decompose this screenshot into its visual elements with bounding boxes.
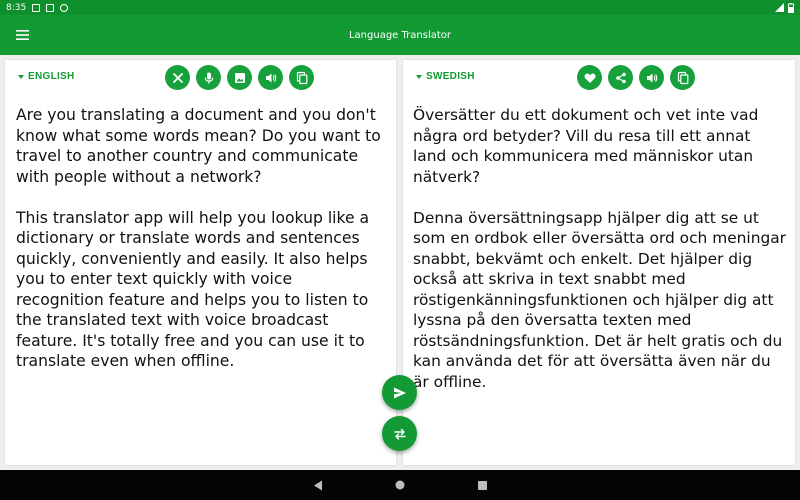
source-text[interactable]: Are you translating a document and you d…	[16, 105, 384, 392]
copy-icon	[677, 71, 688, 84]
status-time: 8:35	[6, 2, 27, 13]
copy-source-button[interactable]	[289, 65, 314, 90]
target-language-selector[interactable]: SWEDISH	[416, 71, 475, 82]
speaker-icon	[265, 73, 276, 82]
source-language-selector[interactable]: ENGLISH	[18, 71, 75, 82]
dropdown-arrow-icon	[18, 75, 24, 79]
recents-icon	[477, 480, 487, 490]
source-paragraph: Are you translating a document and you d…	[16, 106, 381, 186]
hamburger-menu-icon	[15, 30, 29, 40]
signal-icon	[775, 3, 784, 12]
notification-icon	[46, 3, 55, 12]
app-title: Language Translator	[348, 29, 451, 41]
copy-icon	[296, 71, 307, 84]
translated-text: Översätter du ett dokument och vet inte …	[413, 105, 787, 413]
app-bar: Language Translator	[0, 15, 800, 55]
navigation-bar	[0, 470, 800, 500]
image-icon	[234, 72, 245, 83]
target-panel: SWEDISH Översätter du ett dokument och v…	[403, 60, 795, 465]
menu-button[interactable]	[0, 15, 44, 55]
favorite-button[interactable]	[577, 65, 602, 90]
notification-icon	[32, 3, 41, 12]
send-icon	[393, 387, 406, 398]
source-panel: ENGLISH Are you translating a document a…	[5, 60, 396, 465]
target-toolbar	[577, 65, 695, 90]
image-input-button[interactable]	[227, 65, 252, 90]
source-paragraph: This translator app will help you lookup…	[16, 208, 370, 371]
recents-button[interactable]	[475, 478, 489, 492]
status-bar: 8:35	[0, 0, 800, 15]
swap-languages-button[interactable]	[382, 416, 417, 451]
voice-input-button[interactable]	[196, 65, 221, 90]
back-icon	[314, 480, 322, 490]
speaker-icon	[646, 73, 657, 82]
target-paragraph: Denna översättningsapp hjälper dig att s…	[413, 208, 786, 391]
speak-source-button[interactable]	[258, 65, 283, 90]
favorite-icon	[583, 73, 596, 83]
microphone-icon	[204, 72, 213, 83]
share-icon	[615, 72, 626, 83]
share-button[interactable]	[608, 65, 633, 90]
home-button[interactable]	[393, 478, 407, 492]
source-toolbar	[165, 65, 314, 90]
back-button[interactable]	[311, 478, 325, 492]
speak-target-button[interactable]	[639, 65, 664, 90]
source-language-label: ENGLISH	[28, 71, 75, 82]
clear-button[interactable]	[165, 65, 190, 90]
target-paragraph: Översätter du ett dokument och vet inte …	[413, 106, 759, 186]
battery-icon	[788, 2, 794, 13]
dropdown-arrow-icon	[416, 75, 422, 79]
translate-button[interactable]	[382, 375, 417, 410]
clear-icon	[172, 72, 183, 83]
swap-icon	[393, 428, 406, 440]
copy-target-button[interactable]	[670, 65, 695, 90]
target-language-label: SWEDISH	[426, 71, 475, 82]
sync-icon	[60, 3, 69, 12]
home-icon	[395, 480, 405, 490]
